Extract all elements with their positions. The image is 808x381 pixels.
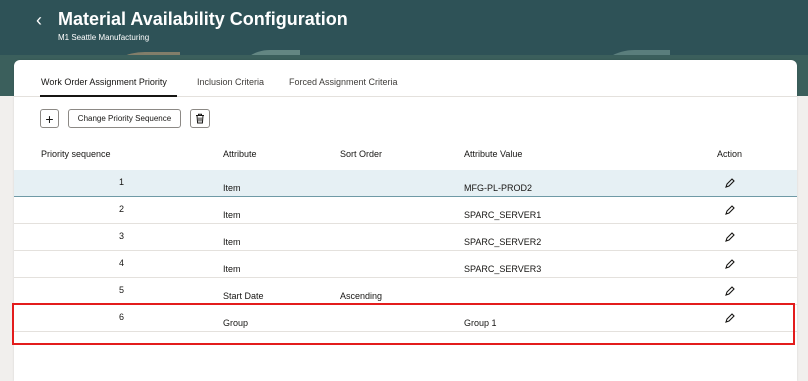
change-priority-sequence-button[interactable]: Change Priority Sequence [68,109,181,128]
tab-inclusion-criteria[interactable]: Inclusion Criteria [197,77,264,87]
delete-button[interactable] [190,109,210,128]
attribute-value-cell: SPARC_SERVER1 [464,210,542,220]
priority-cell: 2 [119,204,125,214]
back-button[interactable]: ‹ [36,11,42,29]
table-row[interactable]: 3 Item SPARC_SERVER2 [14,224,797,251]
attribute-cell: Item [223,210,241,220]
pencil-edit-icon[interactable] [724,312,736,324]
attribute-cell: Item [223,264,241,274]
page-title: Material Availability Configuration [58,9,348,29]
attribute-cell: Group [223,318,249,328]
tab-forced-assignment-criteria[interactable]: Forced Assignment Criteria [289,77,398,87]
pencil-edit-icon[interactable] [724,177,736,189]
trash-icon [196,113,204,124]
active-tab-indicator [40,95,177,97]
column-header-priority-sequence[interactable]: Priority sequence [41,149,111,159]
priority-cell: 5 [119,285,125,295]
column-header-attribute[interactable]: Attribute [223,149,257,159]
attribute-value-cell: MFG-PL-PROD2 [464,183,533,193]
attribute-cell: Start Date [223,291,264,301]
column-header-action: Action [717,149,743,159]
add-button[interactable]: + [40,109,59,128]
priority-cell: 1 [119,177,125,187]
priority-cell: 6 [119,312,125,322]
priority-cell: 4 [119,258,125,268]
page-subtitle: M1 Seattle Manufacturing [58,33,150,42]
content-card: Work Order Assignment Priority Inclusion… [14,60,797,381]
attribute-value-cell: SPARC_SERVER2 [464,237,542,247]
pencil-edit-icon[interactable] [724,231,736,243]
attribute-cell: Item [223,237,241,247]
tab-work-order-assignment-priority[interactable]: Work Order Assignment Priority [41,77,167,87]
column-header-attribute-value[interactable]: Attribute Value [464,149,522,159]
table-row[interactable]: 6 Group Group 1 [14,305,797,332]
sort-order-cell: Ascending [340,291,383,301]
table-row[interactable]: 2 Item SPARC_SERVER1 [14,197,797,224]
attribute-cell: Item [223,183,241,193]
attribute-value-cell: SPARC_SERVER3 [464,264,542,274]
attribute-value-cell: Group 1 [464,318,497,328]
pencil-edit-icon[interactable] [724,204,736,216]
table-row[interactable]: 1 Item MFG-PL-PROD2 [14,170,797,197]
priority-cell: 3 [119,231,125,241]
column-header-sort-order[interactable]: Sort Order [340,149,382,159]
pencil-edit-icon[interactable] [724,258,736,270]
tab-bar: Work Order Assignment Priority Inclusion… [14,60,797,97]
table-row[interactable]: 5 Start Date Ascending [14,278,797,305]
pencil-edit-icon[interactable] [724,285,736,297]
table-row[interactable]: 4 Item SPARC_SERVER3 [14,251,797,278]
